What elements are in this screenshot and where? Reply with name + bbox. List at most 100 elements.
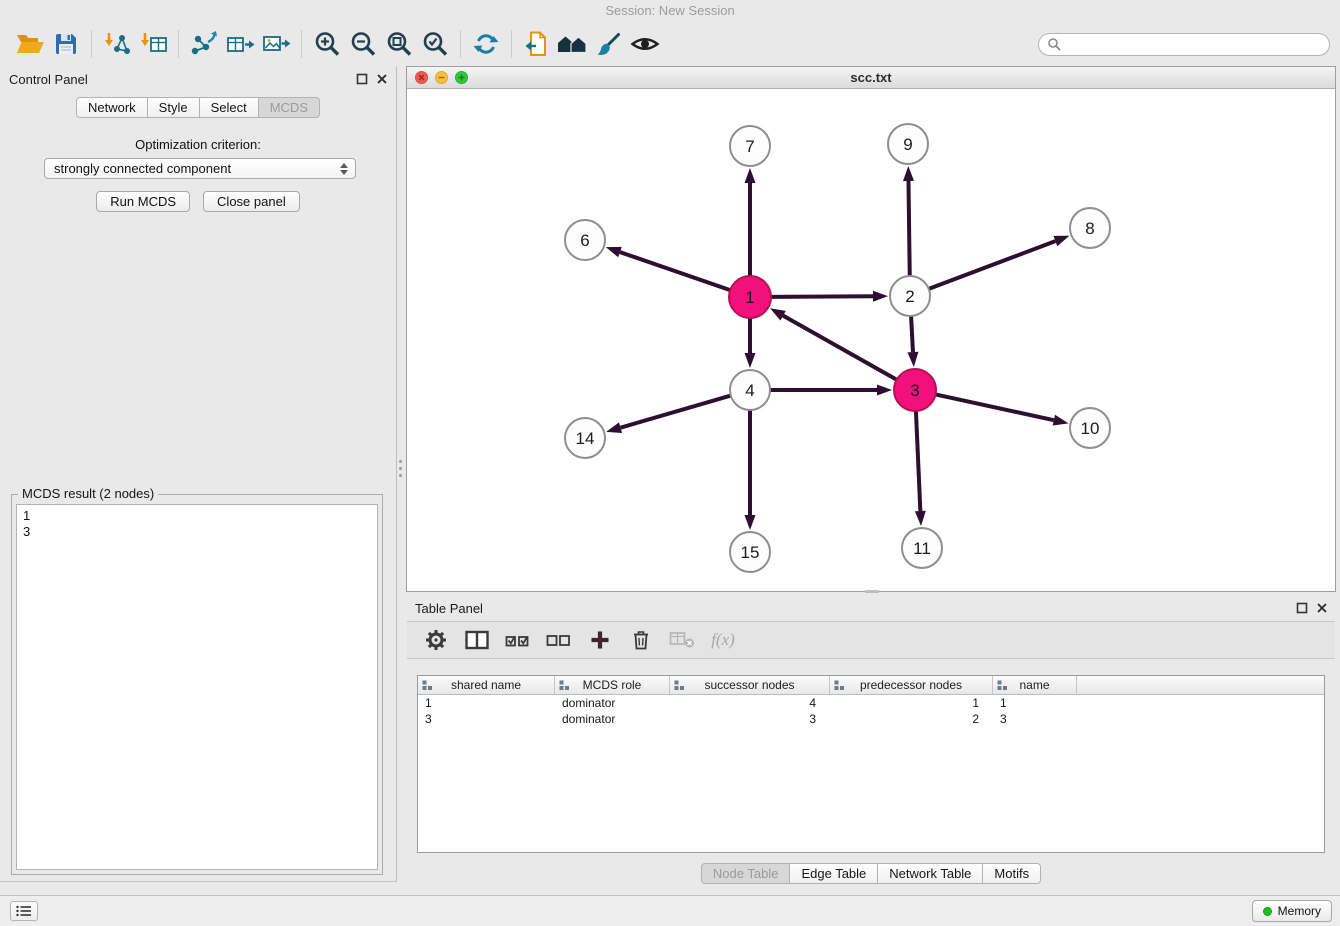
close-panel-button-cp[interactable]: Close panel [203, 191, 300, 212]
dropdown-arrows-icon [340, 163, 348, 175]
tab-motifs[interactable]: Motifs [983, 863, 1041, 884]
graph-edge-arrowhead [745, 353, 756, 368]
graph-edge-2-8[interactable] [929, 241, 1056, 289]
table-panel: Table Panel [406, 595, 1336, 889]
document-share-icon [523, 30, 551, 58]
tab-node-table[interactable]: Node Table [701, 863, 791, 884]
graph-edge-2-3[interactable] [911, 316, 913, 352]
window-titlebar: Session: New Session [0, 0, 1340, 22]
column-label: shared name [451, 678, 521, 692]
search-icon [1047, 37, 1061, 51]
search-input[interactable] [1066, 37, 1321, 52]
column-header-mcds-role[interactable]: MCDS role [555, 676, 670, 694]
float-panel-button[interactable] [1296, 602, 1308, 614]
refresh-icon [472, 30, 500, 58]
zoom-selected-button[interactable] [417, 26, 453, 62]
window-title: Session: New Session [605, 3, 734, 18]
graph-edge-1-6[interactable] [620, 252, 730, 290]
network-share-icon [189, 30, 219, 58]
column-header-shared-name[interactable]: shared name [418, 676, 555, 694]
graph-edge-2-9[interactable] [908, 181, 909, 276]
graph-edge-3-11[interactable] [916, 411, 920, 511]
graph-edge-4-14[interactable] [621, 396, 731, 428]
graph-node-label: 14 [576, 429, 595, 448]
graph-edge-3-1[interactable] [783, 316, 897, 380]
column-header-filler [1077, 676, 1324, 694]
mcds-result-textarea[interactable]: 1 3 [16, 504, 378, 870]
zoom-in-button[interactable] [309, 26, 345, 62]
graph-edge-arrowhead [770, 308, 786, 320]
network-view-window: scc.txt 7968124314101511 [406, 66, 1336, 592]
split-columns-icon [465, 630, 489, 650]
clone-network-button[interactable] [519, 26, 555, 62]
graph-node-label: 2 [905, 287, 914, 306]
graph-edge-3-10[interactable] [936, 394, 1054, 420]
close-panel-button[interactable] [376, 73, 388, 85]
tab-edge-table[interactable]: Edge Table [790, 863, 878, 884]
create-column-button[interactable] [587, 627, 613, 653]
tab-network-table[interactable]: Network Table [878, 863, 983, 884]
fit-content-button[interactable] [555, 26, 591, 62]
close-icon [376, 73, 388, 85]
criterion-value: strongly connected component [54, 161, 231, 176]
network-graph[interactable]: 7968124314101511 [407, 89, 1335, 591]
cell-predecessor-nodes: 2 [830, 712, 993, 726]
cell-predecessor-nodes: 1 [830, 696, 993, 710]
zoom-out-button[interactable] [345, 26, 381, 62]
horizontal-splitter-handle[interactable] [865, 590, 879, 593]
cell-shared-name: 1 [418, 696, 555, 710]
control-panel-header: Control Panel [0, 66, 396, 92]
delete-columns-button[interactable] [628, 627, 654, 653]
run-mcds-button[interactable]: Run MCDS [96, 191, 190, 212]
tab-style[interactable]: Style [148, 97, 200, 118]
close-icon [1316, 602, 1328, 614]
unchecked-boxes-icon [546, 631, 572, 649]
panel-splitter-handle[interactable] [399, 460, 402, 477]
refresh-button[interactable] [468, 26, 504, 62]
style-button[interactable] [591, 26, 627, 62]
table-row[interactable]: 3 dominator 3 2 3 [418, 711, 1324, 727]
import-network-button[interactable] [99, 26, 135, 62]
zoom-fit-button[interactable] [381, 26, 417, 62]
column-header-predecessor-nodes[interactable]: predecessor nodes [830, 676, 993, 694]
open-file-button[interactable] [12, 26, 48, 62]
mcds-result-line: 3 [23, 524, 371, 540]
unselect-all-columns-button[interactable] [546, 627, 572, 653]
select-all-columns-button[interactable] [505, 627, 531, 653]
toolbar-separator [511, 30, 512, 58]
toggle-visibility-button[interactable] [627, 26, 663, 62]
graph-node-label: 15 [741, 543, 760, 562]
tab-mcds[interactable]: MCDS [259, 97, 320, 118]
toolbar-separator [301, 30, 302, 58]
column-header-successor-nodes[interactable]: successor nodes [670, 676, 830, 694]
status-bar: Memory [0, 895, 1340, 926]
column-label: successor nodes [704, 678, 794, 692]
export-table-button[interactable] [222, 26, 258, 62]
cell-name: 1 [993, 696, 1077, 710]
import-network-icon [102, 30, 132, 58]
export-image-button[interactable] [258, 26, 294, 62]
graph-edge-1-2[interactable] [771, 296, 873, 297]
import-table-button[interactable] [135, 26, 171, 62]
float-panel-button[interactable] [356, 73, 368, 85]
save-session-button[interactable] [48, 26, 84, 62]
show-columns-button[interactable] [464, 627, 490, 653]
network-canvas[interactable]: 7968124314101511 [407, 89, 1335, 591]
import-table-icon [138, 30, 168, 58]
tab-network[interactable]: Network [76, 97, 148, 118]
column-header-name[interactable]: name [993, 676, 1077, 694]
column-label: name [1019, 678, 1049, 692]
close-panel-button[interactable] [1316, 602, 1328, 614]
table-row[interactable]: 1 dominator 4 1 1 [418, 695, 1324, 711]
search-field[interactable] [1038, 33, 1330, 56]
export-network-button[interactable] [186, 26, 222, 62]
criterion-dropdown[interactable]: strongly connected component [44, 158, 356, 179]
column-label: MCDS role [583, 678, 642, 692]
memory-button[interactable]: Memory [1252, 900, 1332, 922]
tab-select[interactable]: Select [200, 97, 259, 118]
mcds-result-box: MCDS result (2 nodes) 1 3 [11, 494, 383, 875]
graph-node-label: 8 [1085, 219, 1094, 238]
table-options-button[interactable] [423, 627, 449, 653]
task-history-button[interactable] [10, 901, 38, 921]
memory-status-icon [1263, 907, 1272, 916]
